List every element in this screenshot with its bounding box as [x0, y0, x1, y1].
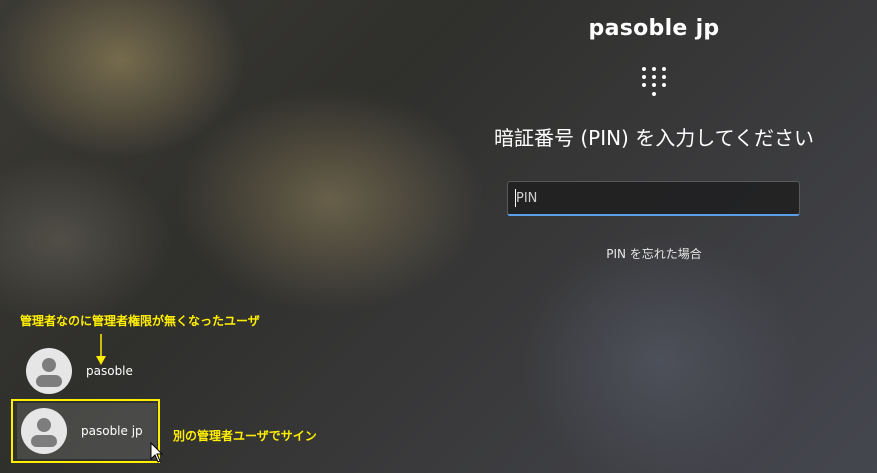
signin-user-name: pasoble jp: [588, 16, 720, 41]
forgot-pin-link[interactable]: PIN を忘れた場合: [520, 245, 788, 262]
annotation-highlight-box: [11, 399, 160, 463]
annotation-top-note: 管理者なのに管理者権限が無くなったユーザ: [20, 314, 260, 328]
pin-keypad-icon: [642, 67, 666, 96]
pin-prompt: 暗証番号 (PIN) を入力してください: [493, 126, 815, 150]
annotation-side-note: 別の管理者ユーザでサイン: [173, 429, 317, 443]
pin-input[interactable]: [507, 181, 800, 216]
mouse-cursor-icon: [150, 442, 164, 463]
user-tile-label: pasoble: [86, 364, 133, 378]
user-tile-pasoble[interactable]: pasoble: [22, 344, 172, 398]
user-avatar-icon: [26, 348, 72, 394]
text-caret: [515, 189, 516, 207]
